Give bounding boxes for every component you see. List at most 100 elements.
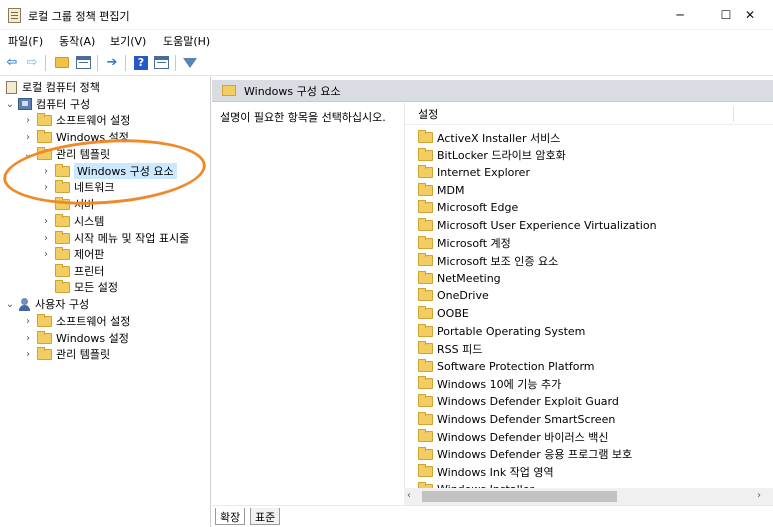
column-header-setting[interactable]: 설정 (405, 103, 773, 125)
list-item[interactable]: Windows Installer (415, 481, 534, 488)
tree-item-local-policy[interactable]: 로컬 컴퓨터 정책 (4, 79, 100, 95)
menu-view[interactable]: 보기(V) (110, 33, 146, 49)
list-item[interactable]: Internet Explorer (415, 164, 530, 181)
properties-button[interactable] (152, 54, 170, 71)
menu-action[interactable]: 동작(A) (59, 33, 95, 49)
filter-button[interactable] (181, 54, 199, 71)
user-icon (18, 297, 31, 311)
show-hide-tree-button[interactable] (74, 54, 92, 71)
horizontal-scrollbar[interactable]: ‹ › (404, 488, 773, 505)
folder-icon (418, 394, 433, 407)
folder-icon (418, 253, 433, 267)
folder-icon (55, 213, 70, 227)
export-list-button[interactable]: ➔ (103, 54, 121, 71)
list-item[interactable]: RSS 피드 (415, 340, 482, 357)
scrollbar-thumb[interactable] (422, 491, 617, 502)
chevron-down-icon[interactable]: ⌄ (4, 99, 16, 110)
tree-item-label: 사용자 구성 (35, 298, 90, 311)
folder-icon (418, 182, 433, 196)
up-folder-button[interactable] (53, 54, 71, 71)
list-item[interactable]: Software Protection Platform (415, 358, 595, 375)
tree-item-computer-config[interactable]: ⌄ 컴퓨터 구성 (4, 96, 90, 112)
tree-item-software-settings[interactable]: › 소프트웨어 설정 (22, 112, 130, 128)
tree-item-user-software-settings[interactable]: › 소프트웨어 설정 (22, 313, 130, 329)
chevron-right-icon[interactable]: › (22, 132, 34, 143)
list-item[interactable]: Windows Defender 응용 프로그램 보호 (415, 446, 632, 463)
tree-item-server[interactable]: 서버 (40, 196, 94, 212)
folder-icon (418, 270, 433, 284)
chevron-down-icon[interactable]: ⌄ (22, 149, 34, 160)
chevron-right-icon[interactable]: › (22, 115, 34, 126)
list-item[interactable]: Windows Ink 작업 영역 (415, 463, 554, 480)
list-item-label: Microsoft Edge (437, 201, 519, 215)
scroll-right-icon[interactable]: › (757, 490, 761, 501)
tree-item-windows-settings[interactable]: › Windows 설정 (22, 129, 129, 145)
all-settings-icon (55, 279, 70, 293)
list-item[interactable]: Portable Operating System (415, 323, 585, 340)
list-item-label: Software Protection Platform (437, 359, 595, 373)
chevron-right-icon[interactable]: › (40, 216, 52, 227)
tree-item-admin-templates[interactable]: ⌄ 관리 템플릿 (22, 146, 110, 162)
chevron-right-icon[interactable]: › (40, 182, 52, 193)
list-item[interactable]: Microsoft Edge (415, 199, 518, 216)
console-tree: 로컬 컴퓨터 정책 ⌄ 컴퓨터 구성 › 소프트웨어 설정 › Windows … (0, 77, 211, 527)
tree-item-control-panel[interactable]: › 제어판 (40, 246, 104, 262)
chevron-right-icon[interactable]: › (40, 233, 52, 244)
column-divider[interactable] (733, 106, 734, 122)
chevron-down-icon[interactable]: ⌄ (4, 299, 16, 310)
tree-item-network[interactable]: › 네트워크 (40, 179, 114, 195)
tree-item-all-settings[interactable]: 모든 설정 (40, 279, 118, 295)
back-button[interactable]: ⇦ (3, 54, 21, 71)
menu-file[interactable]: 파일(F) (8, 33, 43, 49)
folder-icon (418, 429, 433, 443)
list-item-label: BitLocker 드라이브 암호화 (437, 149, 566, 163)
list-item-label: Microsoft User Experience Virtualization (437, 219, 657, 232)
folder-icon (418, 218, 433, 231)
view-tabs: 확장 표준 (212, 505, 773, 527)
folder-icon (37, 346, 52, 360)
list-item[interactable]: MDM (415, 182, 464, 199)
computer-icon (18, 98, 32, 110)
tree-item-start-menu-taskbar[interactable]: › 시작 메뉴 및 작업 표시줄 (40, 230, 189, 246)
chevron-right-icon[interactable]: › (22, 349, 34, 360)
tree-item-printers[interactable]: 프린터 (40, 263, 104, 279)
list-item[interactable]: ActiveX Installer 서비스 (415, 129, 560, 146)
list-item[interactable]: OOBE (415, 305, 469, 322)
menu-bar: 파일(F) 동작(A) 보기(V) 도움말(H) (0, 30, 773, 50)
chevron-right-icon[interactable]: › (40, 249, 52, 260)
forward-button[interactable]: ⇨ (23, 54, 41, 71)
tree-item-windows-components[interactable]: › Windows 구성 요소 (40, 163, 177, 179)
chevron-right-icon[interactable]: › (22, 333, 34, 344)
folder-icon (418, 376, 433, 390)
help-button[interactable]: ? (132, 54, 150, 71)
list-item[interactable]: Windows Defender 바이러스 백신 (415, 428, 608, 445)
close-button[interactable]: ✕ (727, 0, 773, 30)
tab-extended[interactable]: 확장 (215, 508, 246, 525)
list-item[interactable]: Windows Defender Exploit Guard (415, 393, 619, 410)
chevron-right-icon[interactable]: › (22, 316, 34, 327)
tab-standard[interactable]: 표준 (250, 508, 281, 525)
export-icon: ➔ (106, 55, 118, 70)
tree-item-label: 로컬 컴퓨터 정책 (22, 81, 100, 94)
menu-help[interactable]: 도움말(H) (163, 33, 210, 49)
list-item-label: OneDrive (437, 289, 489, 303)
list-item[interactable]: Microsoft 계정 (415, 235, 511, 252)
list-item[interactable]: Windows 10에 기능 추가 (415, 375, 561, 392)
tree-item-user-config[interactable]: ⌄ 사용자 구성 (4, 296, 89, 312)
tree-item-system[interactable]: › 시스템 (40, 213, 104, 229)
list-item[interactable]: BitLocker 드라이브 암호화 (415, 147, 566, 164)
folder-icon (418, 235, 433, 249)
list-item[interactable]: Microsoft User Experience Virtualization (415, 217, 657, 234)
toolbar-divider (125, 55, 126, 71)
list-item[interactable]: OneDrive (415, 287, 489, 304)
list-item[interactable]: Microsoft 보조 인증 요소 (415, 252, 558, 269)
console-tree-icon (75, 56, 91, 69)
chevron-right-icon[interactable]: › (40, 166, 52, 177)
minimize-button[interactable]: ─ (657, 0, 703, 30)
list-item[interactable]: NetMeeting (415, 270, 501, 287)
tree-item-user-admin-templates[interactable]: › 관리 템플릿 (22, 346, 110, 362)
tree-item-user-windows-settings[interactable]: › Windows 설정 (22, 330, 129, 346)
scroll-left-icon[interactable]: ‹ (407, 490, 411, 501)
list-item[interactable]: Windows Defender SmartScreen (415, 411, 615, 428)
tree-item-label: 모든 설정 (74, 281, 118, 294)
